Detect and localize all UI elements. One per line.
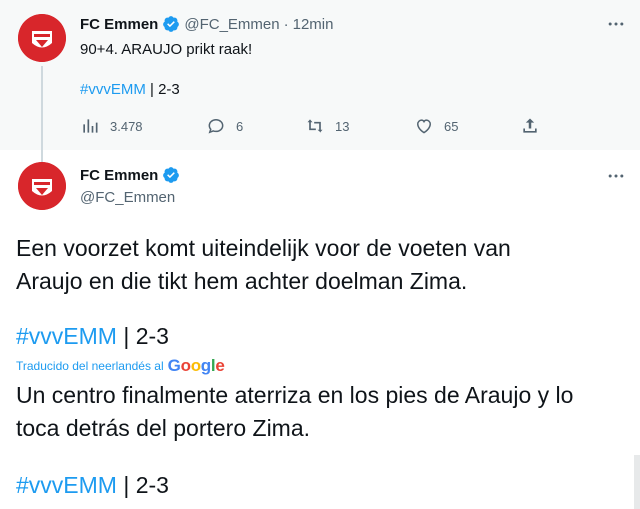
- verified-badge-icon: [163, 16, 180, 32]
- scrollbar[interactable]: [634, 455, 640, 509]
- translation-line-2: toca detrás del portero Zima.: [16, 415, 311, 441]
- author-handle[interactable]: @FC_Emmen: [184, 16, 279, 33]
- tweet-2-name-row: FC Emmen: [80, 166, 180, 184]
- translation-hashtag-line: #vvvEMM | 2-3: [16, 470, 169, 500]
- thread-line: [41, 66, 43, 162]
- author-name[interactable]: FC Emmen: [80, 167, 158, 184]
- fc-emmen-crest-icon: [18, 14, 66, 62]
- hashtag-link[interactable]: #vvvEMM: [16, 472, 117, 498]
- tweet-1-hashtag-line: #vvvEMM | 2-3: [80, 80, 180, 100]
- reply-bubble-icon: [208, 118, 224, 134]
- translation-line-1: Un centro finalmente aterriza en los pie…: [16, 382, 574, 408]
- author-name[interactable]: FC Emmen: [80, 16, 158, 33]
- avatar[interactable]: [18, 14, 66, 62]
- google-logo: Google: [167, 356, 225, 375]
- tweet-1-header: FC Emmen @FC_Emmen · 12min: [80, 14, 333, 34]
- reply-button[interactable]: 6: [206, 116, 243, 136]
- hashtag-link[interactable]: #vvvEMM: [80, 81, 146, 98]
- retweet-button[interactable]: 13: [305, 116, 349, 136]
- reply-count: 6: [236, 118, 244, 134]
- retweet-count: 13: [335, 118, 350, 134]
- tweet-2-text-line-1: Een voorzet komt uiteindelijk voor de vo…: [16, 235, 511, 261]
- tweet-1-text: 90+4. ARAUJO prikt raak!: [80, 41, 253, 58]
- retweet-icon: [307, 119, 323, 133]
- translated-by-label: Traducido del neerlandés al: [16, 359, 164, 373]
- tweet-1-action-bar: 3.478 6 13 65: [80, 116, 550, 138]
- share-upload-icon: [523, 118, 537, 133]
- hashtag-link[interactable]: #vvvEMM: [16, 323, 117, 349]
- more-dots-icon[interactable]: [606, 166, 626, 186]
- translation-attribution[interactable]: Traducido del neerlandés al Google: [16, 356, 225, 376]
- separator-dot: ·: [283, 15, 289, 33]
- timestamp[interactable]: 12min: [293, 16, 334, 33]
- author-handle[interactable]: @FC_Emmen: [80, 189, 175, 206]
- score-text: | 2-3: [116, 323, 169, 349]
- like-count: 65: [444, 118, 459, 134]
- heart-icon: [416, 119, 432, 134]
- tweet-1[interactable]: FC Emmen @FC_Emmen · 12min 90+4. ARAUJO …: [0, 0, 640, 162]
- share-button[interactable]: [520, 116, 540, 136]
- bar-chart-icon: [83, 119, 98, 133]
- views-button[interactable]: 3.478: [80, 116, 143, 136]
- avatar[interactable]: [18, 162, 66, 210]
- like-button[interactable]: 65: [414, 116, 458, 136]
- more-dots-icon[interactable]: [606, 14, 626, 34]
- tweet-2-hashtag-line: #vvvEMM | 2-3: [16, 321, 169, 351]
- verified-badge-icon: [163, 167, 180, 183]
- score-text: | 2-3: [145, 81, 180, 98]
- views-count: 3.478: [110, 118, 143, 134]
- tweet-2-text-line-2: Araujo en die tikt hem achter doelman Zi…: [16, 268, 468, 294]
- fc-emmen-crest-icon: [18, 162, 66, 210]
- score-text: | 2-3: [116, 472, 169, 498]
